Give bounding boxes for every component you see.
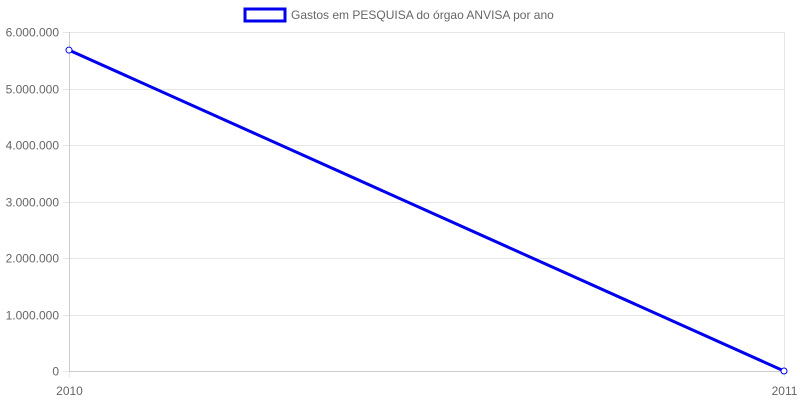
y-tick-label: 0: [52, 365, 59, 379]
data-point: [780, 367, 788, 375]
y-tick-label: 1.000.000: [6, 309, 60, 323]
y-tick-label: 6.000.000: [6, 26, 60, 40]
gridlines: [63, 32, 785, 377]
y-tick-label: 2.000.000: [6, 252, 60, 266]
x-tick-label: 2011: [772, 384, 798, 398]
y-tick-label: 3.000.000: [6, 196, 60, 210]
line-chart: 0 1.000.000 2.000.000 3.000.000 4.000.000 5.0…: [6, 7, 798, 398]
x-axis-tick-labels: 2010 2011: [56, 384, 798, 398]
x-tick-label: 2010: [56, 384, 83, 398]
y-tick-label: 4.000.000: [6, 139, 60, 153]
data-point: [65, 46, 73, 54]
y-axis-tick-labels: 0 1.000.000 2.000.000 3.000.000 4.000.000 5.0…: [6, 26, 60, 379]
series-line: [68, 48, 785, 373]
legend[interactable]: Gastos em PESQUISA do órgao ANVISA por a…: [243, 7, 554, 23]
legend-label[interactable]: Gastos em PESQUISA do órgao ANVISA por a…: [291, 8, 554, 22]
axes: [69, 32, 784, 372]
series-lines: [65, 46, 788, 375]
y-tick-label: 5.000.000: [6, 83, 60, 97]
legend-swatch[interactable]: [243, 7, 287, 23]
